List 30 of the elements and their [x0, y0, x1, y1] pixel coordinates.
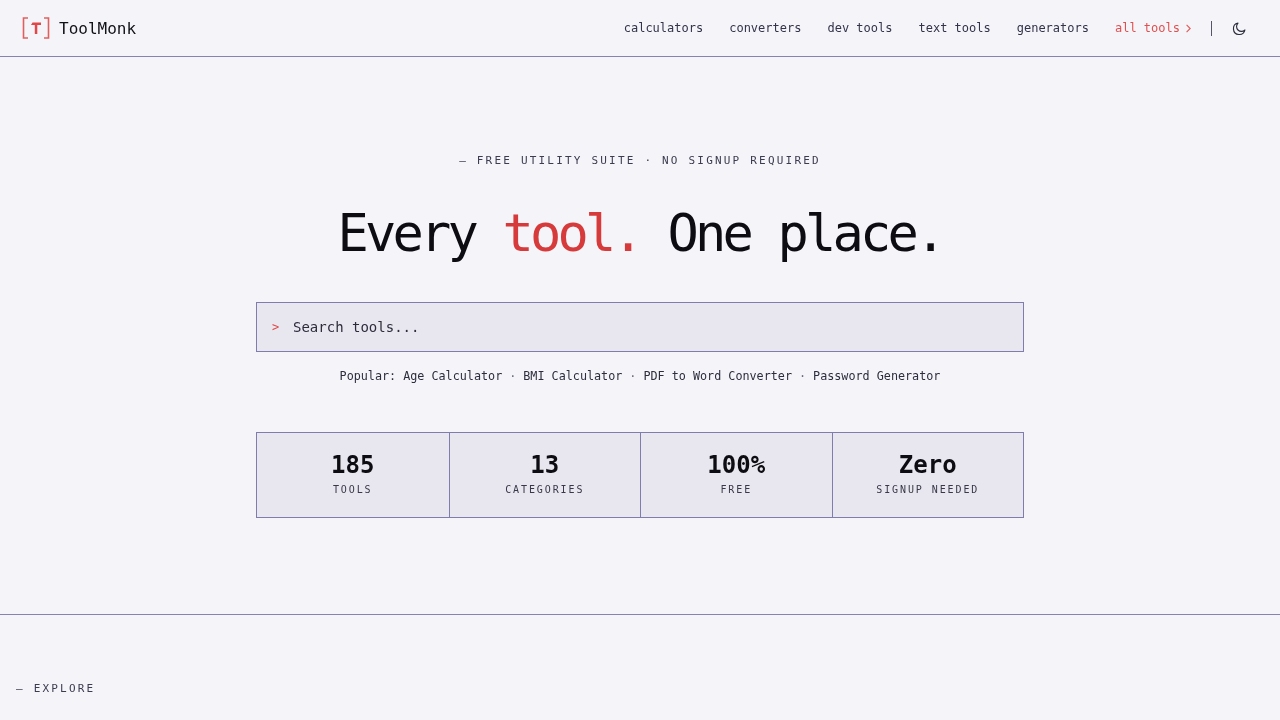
nav-link[interactable]: calculators — [623, 21, 704, 35]
popular-link[interactable]: Age Calculator — [403, 368, 503, 384]
bracket-logo-icon — [22, 17, 50, 39]
stat-value: Zero — [898, 451, 957, 479]
stat-label: SIGNUP NEEDED — [876, 483, 980, 497]
nav-link[interactable]: all tools — [1114, 21, 1191, 35]
headline: Every tool. One place. — [337, 202, 943, 265]
eyebrow-text: — FREE UTILITY SUITE · NO SIGNUP REQUIRED — [459, 153, 821, 169]
stat-value: 100% — [707, 451, 766, 479]
stat-value: 13 — [530, 451, 560, 479]
separator-dot: · — [799, 368, 807, 384]
stat-label: TOOLS — [332, 483, 373, 497]
separator-dot: · — [509, 368, 517, 384]
stat-label: FREE — [720, 483, 753, 497]
chevron-right-icon — [1186, 23, 1191, 33]
popular-link[interactable]: Password Generator — [813, 368, 941, 384]
section-eyebrow: — EXPLORE — [16, 681, 96, 697]
stat-label: CATEGORIES — [505, 483, 585, 497]
moon-icon[interactable] — [1232, 20, 1247, 36]
nav-link[interactable]: dev tools — [827, 21, 893, 35]
prompt-symbol: > — [272, 319, 280, 335]
brand-name[interactable]: ToolMonk — [59, 18, 137, 38]
nav-link[interactable]: generators — [1016, 21, 1089, 35]
popular-label: Popular: — [339, 368, 397, 384]
nav-link[interactable]: text tools — [918, 21, 991, 35]
popular-link[interactable]: BMI Calculator — [523, 368, 623, 384]
popular-link[interactable]: PDF to Word Converter — [643, 368, 792, 384]
stat-value: 185 — [331, 451, 375, 479]
nav-link[interactable]: converters — [729, 21, 802, 35]
separator-dot: · — [629, 368, 637, 384]
